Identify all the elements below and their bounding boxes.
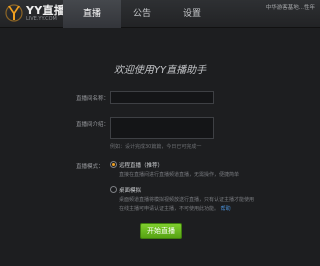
desktop-sim-desc-2: 在线主播可申请认证主播，不可使用此功能。 帮助 (119, 205, 231, 212)
help-link[interactable]: 帮助 (221, 206, 231, 212)
remote-live-radio[interactable] (110, 161, 117, 168)
room-intro-label: 直播间介绍： (76, 122, 110, 128)
desktop-sim-radio[interactable] (110, 186, 117, 193)
logo-subtitle: LIVE.YY.COM (26, 16, 57, 22)
remote-live-desc: 直接在直播间进行直播频道直播，无需操作，便捷简单 (119, 172, 240, 178)
room-name-label: 直播间名称： (76, 96, 110, 102)
account-name[interactable]: 中华游客基地...性年 (266, 3, 315, 11)
desktop-sim-desc-2-text: 在线主播可申请认证主播，不可使用此功能。 (119, 206, 220, 212)
tab-settings[interactable]: 设置 (163, 0, 221, 28)
start-live-button[interactable]: 开始直播 (140, 223, 182, 239)
mode-label: 直播模式： (76, 164, 104, 170)
desktop-sim-title[interactable]: 桌面模拟 (119, 186, 141, 194)
intro-hint: 例如：设计完成30篇篇，今日已可完成一 (110, 144, 202, 150)
room-intro-input[interactable] (110, 117, 214, 139)
desktop-sim-desc-1: 桌面频道直播将模拟视频放送行直播，只有认证主播才能使用 (119, 197, 255, 203)
app-logo: YY直播 LIVE.YY.COM (3, 3, 65, 25)
room-name-input[interactable] (110, 91, 214, 104)
yy-logo-icon (5, 4, 23, 22)
title-bar: YY直播 LIVE.YY.COM 直播 公告 设置 中华游客基地...性年 (0, 0, 320, 28)
remote-live-title[interactable]: 远程直播（推荐） (119, 161, 163, 169)
welcome-title: 欢迎使用YY直播助手 (113, 65, 207, 76)
